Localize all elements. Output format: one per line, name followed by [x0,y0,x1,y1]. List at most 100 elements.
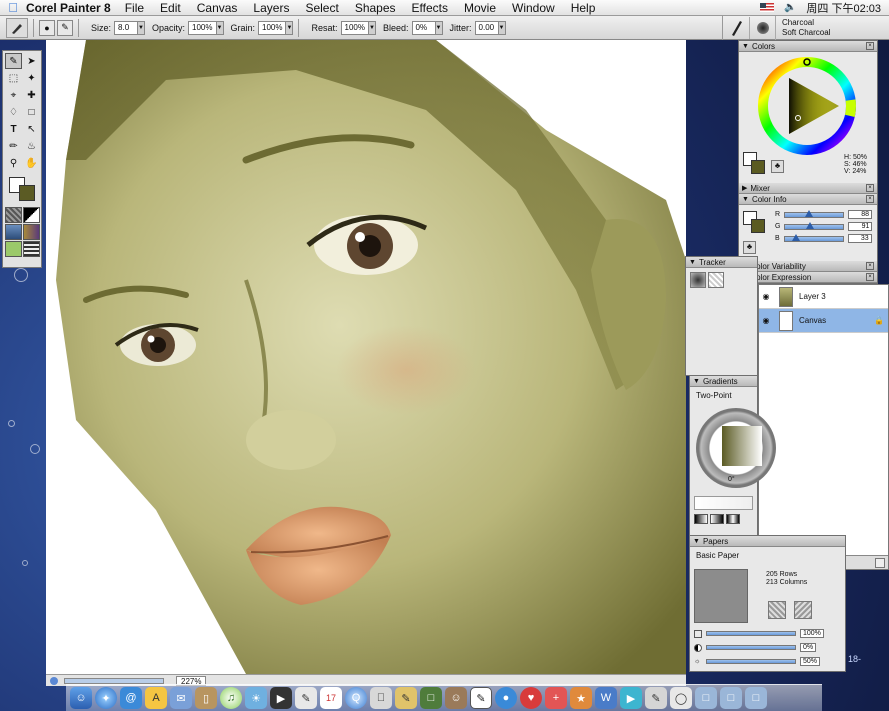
brush-selector[interactable]: Charcoal Soft Charcoal [722,15,889,40]
green-value-field[interactable]: 91 [848,222,873,231]
blue-slider[interactable] [783,233,844,242]
document-canvas[interactable] [46,40,686,674]
window-icon[interactable]: □ [745,687,767,709]
layer-row[interactable]: ◉ Layer 3 [759,285,888,309]
ichat-icon[interactable]: A [145,687,167,709]
layer-row-selected[interactable]: ◉ Canvas 🔒 [759,309,888,333]
tracker-panel-header[interactable]: ▼ Tracker [686,257,757,268]
window-icon[interactable]: □ [720,687,742,709]
jitter-stepper-icon[interactable]: ▼ [498,20,506,35]
nozzle-selector-icon[interactable] [23,241,40,257]
paint-bucket-tool[interactable]: ♨ [23,138,40,154]
brush-app-icon[interactable]: ✎ [645,687,667,709]
gradient-type-label[interactable]: Two-Point [690,387,757,404]
additional-color-swatch[interactable] [751,160,765,174]
safari-icon[interactable]: ✦ [95,687,117,709]
word-icon[interactable]: W [595,687,617,709]
mail-icon[interactable]: @ [120,687,142,709]
collapse-triangle-icon[interactable]: ▼ [689,259,696,266]
collapse-triangle-icon[interactable]: ▼ [742,43,749,50]
hue-ring[interactable] [757,56,857,156]
rectangle-shape-tool[interactable]: □ [23,104,40,120]
recent-brush-icon[interactable] [690,272,706,288]
trash-icon[interactable] [875,557,885,568]
network-icon[interactable]: ● [495,687,517,709]
invert-paper-icon[interactable] [794,601,812,619]
paper-preview[interactable] [694,569,748,623]
layer-adjuster-tool[interactable]: ➤ [23,53,40,69]
menu-movie[interactable]: Movie [464,1,496,15]
color-wheel-area[interactable]: ♣ H: 50% S: 46% V: 24% [739,52,877,183]
brush-tool-icon[interactable] [6,17,28,38]
menu-file[interactable]: File [125,1,144,15]
menu-shapes[interactable]: Shapes [355,1,396,15]
size-field[interactable]: 8.0 [114,20,139,35]
color-info-panel-header[interactable]: ▼ Color Info × [739,194,877,205]
shape-selection-tool[interactable]: ↖ [23,121,40,137]
weaving-selector-icon[interactable] [23,224,40,240]
menu-help[interactable]: Help [571,1,596,15]
color-variability-panel-header[interactable]: ▶ Color Variability × [739,261,877,272]
papers-panel-header[interactable]: ▼ Papers [690,536,845,547]
system-preferences-icon[interactable]:  [370,687,392,709]
menu-select[interactable]: Select [305,1,338,15]
paper-brightness-slider[interactable] [706,659,796,664]
additional-color-swatch[interactable] [751,219,765,233]
menubar-clock[interactable]: 周四 下午02:03 [806,0,881,16]
close-icon[interactable]: × [866,262,874,270]
grain-stepper-icon[interactable]: ▼ [286,20,294,35]
horizontal-scrollbar[interactable] [64,677,164,684]
gradient-order-icon[interactable] [726,514,740,524]
color-expression-panel-header[interactable]: ▶ Color Expression × [739,272,877,283]
size-stepper-icon[interactable]: ▼ [138,20,146,35]
canvas-drawing-mode-icon[interactable] [50,676,58,685]
grain-field[interactable]: 100% [258,20,287,35]
brush-dab-icon[interactable]: ● [39,19,55,36]
opacity-field[interactable]: 100% [188,20,217,35]
menu-effects[interactable]: Effects [412,1,448,15]
heart-app-icon[interactable]: ♥ [520,687,542,709]
collapse-triangle-icon[interactable]: ▼ [693,538,700,545]
fastforward-app-icon[interactable]: ▶ [620,687,642,709]
gradient-bar[interactable] [694,496,753,510]
resat-field[interactable]: 100% [340,20,369,35]
itunes-icon[interactable]: ♫ [220,687,242,709]
menu-edit[interactable]: Edit [160,1,181,15]
paper-brightness-value[interactable]: 50% [800,657,821,666]
visibility-eye-icon[interactable]: ◉ [759,316,773,325]
paper-selector-icon[interactable] [5,207,22,223]
visibility-eye-icon[interactable]: ◉ [759,292,773,301]
hard-drive-icon[interactable]: ◯ [670,687,692,709]
transform-tool[interactable]: ✚ [23,87,40,103]
finder-icon[interactable]: ☺ [70,687,92,709]
crop-tool[interactable]: ⌖ [5,87,22,103]
apple-menu-icon[interactable]:  [0,0,26,15]
recent-brush-icon[interactable] [708,272,724,288]
expand-triangle-icon[interactable]: ▶ [742,184,747,192]
collapse-triangle-icon[interactable]: ▼ [742,196,749,203]
app-menu[interactable]: Corel Painter 8 [26,1,111,15]
brush-tool[interactable]: ✎ [5,53,22,69]
dropper-tool[interactable]: ✏ [5,138,22,154]
collapse-triangle-icon[interactable]: ▼ [693,378,700,385]
gradient-order-icon[interactable] [694,514,708,524]
volume-icon[interactable]: 🔈 [784,2,796,13]
toolbox-color-swatches[interactable] [3,175,41,205]
colors-panel-header[interactable]: ▼ Colors × [739,41,877,52]
gradient-preview[interactable]: 0° [690,404,776,494]
gradient-selector-icon[interactable] [23,207,40,223]
close-icon[interactable]: × [866,273,874,281]
brush-stroke-icon[interactable]: ✎ [57,19,73,36]
blue-value-field[interactable]: 33 [847,234,872,243]
menu-window[interactable]: Window [512,1,555,15]
paper-scale-slider[interactable] [706,631,796,636]
textedit-icon[interactable]: ✎ [395,687,417,709]
gradient-order-icon[interactable] [710,514,724,524]
paper-scale-value[interactable]: 100% [800,629,824,638]
mixer-panel-header[interactable]: ▶ Mixer × [739,183,877,194]
star-app-icon[interactable]: ★ [570,687,592,709]
additional-color-swatch[interactable] [19,185,35,201]
menu-layers[interactable]: Layers [253,1,289,15]
grabber-tool[interactable]: ✋ [23,155,40,171]
bleed-field[interactable]: 0% [411,20,436,35]
